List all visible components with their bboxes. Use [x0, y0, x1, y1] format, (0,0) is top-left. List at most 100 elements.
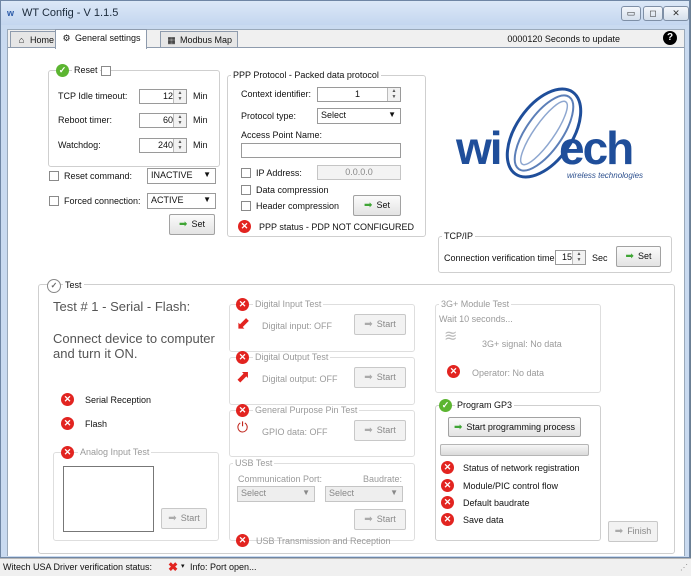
button-label: Start: [376, 372, 396, 382]
error-icon: ✕: [236, 404, 249, 417]
home-icon: ⌂: [18, 35, 25, 45]
tcp-idle-stepper[interactable]: 12 ▲ ▼: [139, 89, 187, 104]
comm-port-label: Communication Port:: [238, 474, 323, 484]
tab-general-settings[interactable]: ⚙ General settings: [55, 29, 147, 49]
program-item: Status of network registration: [463, 463, 580, 473]
unit-label: Min: [193, 91, 208, 101]
table-icon: ▦: [167, 35, 176, 45]
digital-output-start-button[interactable]: ➡ Start: [354, 367, 406, 388]
error-icon: ✕: [238, 220, 251, 233]
digital-input-start-button[interactable]: ➡ Start: [354, 314, 406, 335]
button-label: Start: [180, 513, 200, 523]
baudrate-select[interactable]: Select ▼: [325, 486, 403, 502]
test-heading: Test # 1 - Serial - Flash:: [53, 299, 191, 314]
window-title: WT Config - V 1.1.5: [22, 7, 119, 19]
protocol-type-select[interactable]: Select ▼: [317, 108, 401, 124]
forced-connection-select[interactable]: ACTIVE ▼: [147, 193, 216, 209]
data-compression-checkbox[interactable]: [241, 185, 251, 195]
stepper-arrows[interactable]: ▲ ▼: [387, 88, 400, 101]
program-item: Default baudrate: [463, 498, 530, 508]
button-label: Start: [376, 319, 396, 329]
error-icon: ✕: [61, 393, 74, 406]
analog-display: [63, 466, 154, 532]
maximize-button[interactable]: ◻: [643, 6, 663, 21]
select-value: Select: [329, 488, 355, 498]
stepper-value: 240: [157, 140, 173, 150]
ip-address-checkbox[interactable]: [241, 168, 251, 178]
tab-modbus-map[interactable]: ▦ Modbus Map: [160, 31, 239, 48]
usb-title: USB Test: [233, 458, 275, 468]
error-icon: ✕: [236, 298, 249, 311]
reset-command-label: Reset command:: [64, 171, 133, 181]
gpio-start-button[interactable]: ➡ Start: [354, 420, 406, 441]
context-identifier-label: Context identifier:: [241, 89, 312, 99]
tcpip-set-button[interactable]: ➡ Set: [616, 246, 661, 267]
unit-label: Sec: [592, 253, 608, 263]
error-icon: ✕: [61, 446, 74, 459]
gpio-status: GPIO data: OFF: [262, 427, 328, 437]
verification-time-label: Connection verification time:: [444, 253, 558, 263]
tcpip-title: TCP/IP: [442, 231, 476, 241]
minimize-button[interactable]: ▭: [621, 6, 641, 21]
error-icon: ✕: [441, 479, 454, 492]
finish-button[interactable]: ➡ Finish: [608, 521, 658, 542]
reset-checkbox[interactable]: [101, 66, 111, 76]
program-item: Module/PIC control flow: [463, 481, 559, 491]
tab-home[interactable]: ⌂ Home: [10, 31, 61, 48]
help-icon[interactable]: ?: [663, 31, 677, 45]
stepper-arrows[interactable]: ▲ ▼: [173, 114, 186, 127]
chevron-down-icon: ▼: [203, 195, 211, 204]
reset-set-button[interactable]: ➡ Set: [169, 214, 215, 235]
close-button[interactable]: ✕: [663, 6, 689, 21]
tab-label: General settings: [75, 33, 141, 43]
forced-connection-checkbox[interactable]: [49, 196, 59, 206]
reset-command-checkbox[interactable]: [49, 171, 59, 181]
general-settings-page: ✓ Reset TCP Idle timeout: 12 ▲ ▼ Min Reboo…: [8, 47, 684, 556]
usb-status: USB Transmission and Reception: [256, 536, 391, 546]
check-circle-icon: ✓: [47, 279, 61, 293]
ok-icon: ✓: [439, 399, 452, 412]
stepper-value: 15: [561, 252, 572, 262]
comm-port-select[interactable]: Select ▼: [237, 486, 315, 502]
error-icon: ✕: [236, 534, 249, 547]
protocol-type-label: Protocol type:: [241, 111, 297, 121]
select-value: Select: [321, 110, 347, 120]
button-label: Start: [376, 425, 396, 435]
driver-status-error-icon: ✖: [168, 560, 179, 574]
reset-title: Reset: [72, 65, 100, 75]
stepper-arrows[interactable]: ▲ ▼: [173, 139, 186, 152]
chevron-down-icon[interactable]: ▾: [181, 562, 185, 570]
select-value: Select: [241, 488, 267, 498]
forced-connection-label: Forced connection:: [64, 196, 141, 206]
reboot-timer-stepper[interactable]: 60 ▲ ▼: [139, 113, 187, 128]
client-area: ⌂ Home ⚙ General settings ▦ Modbus Map 0000…: [7, 29, 685, 556]
watchdog-stepper[interactable]: 240 ▲ ▼: [139, 138, 187, 153]
stepper-arrows[interactable]: ▲ ▼: [572, 251, 585, 264]
apn-label: Access Point Name:: [241, 130, 323, 140]
button-label: Set: [191, 219, 205, 229]
analog-start-button[interactable]: ➡ Start: [161, 508, 207, 529]
stepper-arrows[interactable]: ▲ ▼: [173, 90, 186, 103]
header-compression-label: Header compression: [256, 201, 340, 211]
verification-time-stepper[interactable]: 15 ▲ ▼: [555, 250, 586, 265]
ppp-set-button[interactable]: ➡ Set: [353, 195, 401, 216]
flash-label: Flash: [85, 419, 108, 429]
reset-command-select[interactable]: INACTIVE ▼: [147, 168, 216, 184]
ip-address-input[interactable]: 0.0.0.0: [317, 165, 401, 180]
serial-reception-label: Serial Reception: [85, 395, 152, 405]
baudrate-label: Baudrate:: [363, 474, 403, 484]
context-identifier-stepper[interactable]: 1 ▲ ▼: [317, 87, 401, 102]
chevron-down-icon: ▼: [390, 488, 398, 497]
apn-input[interactable]: [241, 143, 401, 158]
digital-input-title: Digital Input Test: [253, 299, 324, 309]
test-title: Test: [63, 280, 84, 290]
header-compression-checkbox[interactable]: [241, 201, 251, 211]
ok-icon: ✓: [56, 64, 69, 77]
usb-start-button[interactable]: ➡ Start: [354, 509, 406, 530]
start-programming-button[interactable]: ➡ Start programming process: [448, 417, 581, 437]
module-title: 3G+ Module Test: [439, 299, 512, 309]
resize-grip-icon[interactable]: ⋰: [680, 563, 688, 572]
select-value: INACTIVE: [151, 170, 193, 180]
chevron-down-icon: ▼: [302, 488, 310, 497]
arrow-right-icon: ➡: [625, 251, 634, 262]
